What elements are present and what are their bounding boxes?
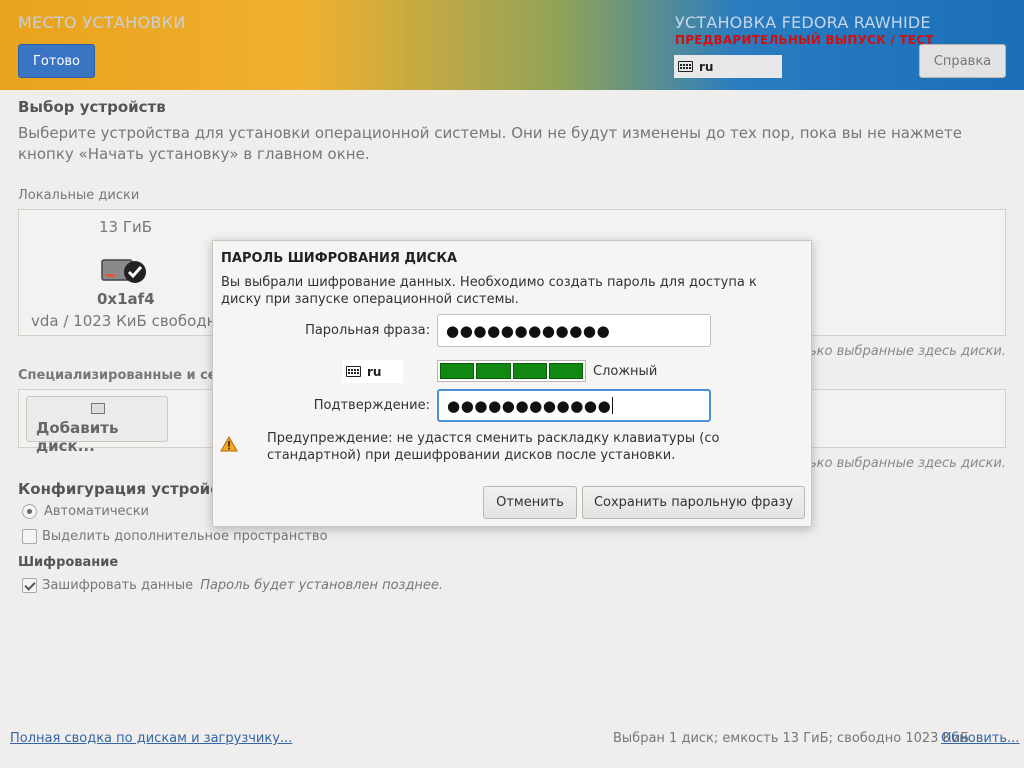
device-selection-description: Выберите устройства для установки операц…	[18, 124, 962, 163]
checkbox-checked-icon	[22, 578, 37, 593]
distro-title: УСТАНОВКА FEDORA RAWHIDE	[675, 13, 931, 32]
local-disks-note: только выбранные здесь диски.	[785, 344, 1006, 359]
help-button[interactable]: Справка	[919, 44, 1006, 78]
encrypt-note: Пароль будет установлен позднее.	[200, 578, 444, 593]
done-button[interactable]: Готово	[18, 44, 95, 78]
extra-space-checkbox[interactable]: Выделить дополнительное пространство	[22, 529, 328, 544]
passphrase-dialog: ПАРОЛЬ ШИФРОВАНИЯ ДИСКА Вы выбрали шифро…	[212, 240, 812, 527]
full-disk-summary-link[interactable]: Полная сводка по дискам и загрузчику...	[10, 731, 292, 746]
extra-space-label: Выделить дополнительное пространство	[42, 529, 328, 544]
confirm-value: ●●●●●●●●●●●●	[447, 396, 612, 415]
hard-disk-checked-icon	[101, 259, 146, 283]
keyboard-icon	[678, 61, 693, 72]
disk-free-space: vda / 1023 КиБ свободно	[31, 312, 226, 330]
disk-selection-status: Выбран 1 диск; емкость 13 ГиБ; свободно …	[613, 731, 970, 746]
disk-id: 0x1af4	[97, 290, 155, 308]
passphrase-strength-bar	[437, 360, 586, 382]
auto-partitioning-radio[interactable]: Автоматически	[22, 504, 149, 519]
strength-segment	[476, 363, 511, 379]
keyboard-icon	[346, 366, 361, 377]
dialog-keyboard-layout-indicator[interactable]: ru	[342, 360, 403, 383]
add-disk-label: Добавить диск...	[36, 419, 119, 455]
strength-segment	[512, 363, 547, 379]
checkbox-unchecked-icon	[22, 529, 37, 544]
dialog-title: ПАРОЛЬ ШИФРОВАНИЯ ДИСКА	[221, 251, 458, 266]
confirm-input[interactable]: ●●●●●●●●●●●●	[437, 389, 711, 422]
encrypt-data-label: Зашифровать данные	[42, 578, 194, 593]
dialog-keyboard-layout-label: ru	[367, 364, 382, 379]
text-caret	[612, 397, 614, 414]
device-selection-title: Выбор устройств	[18, 98, 166, 116]
keyboard-layout-label: ru	[699, 59, 714, 74]
passphrase-label: Парольная фраза:	[305, 323, 430, 338]
passphrase-input[interactable]: ●●●●●●●●●●●●	[437, 314, 711, 347]
passphrase-value: ●●●●●●●●●●●●	[446, 321, 611, 340]
radio-selected-icon	[22, 504, 37, 519]
auto-partitioning-label: Автоматически	[44, 504, 150, 519]
refresh-link[interactable]: Обновить...	[941, 731, 1019, 746]
spoke-title: МЕСТО УСТАНОВКИ	[18, 13, 186, 32]
keyboard-warning-text: Предупреждение: не удастся сменить раскл…	[267, 431, 720, 463]
confirm-label: Подтверждение:	[313, 398, 430, 413]
keyboard-layout-indicator[interactable]: ru	[674, 55, 782, 78]
warning-icon	[220, 436, 238, 452]
strength-segment	[548, 363, 583, 379]
cancel-button[interactable]: Отменить	[483, 486, 577, 519]
disk-size: 13 ГиБ	[99, 218, 153, 236]
strength-segment	[440, 363, 475, 379]
strength-label: Сложный	[593, 364, 658, 379]
encryption-title: Шифрование	[18, 555, 119, 570]
prerelease-banner: ПРЕДВАРИТЕЛЬНЫЙ ВЫПУСК / ТЕСТ	[675, 33, 934, 47]
add-disk-button[interactable]: Добавить диск...	[26, 396, 168, 455]
specialized-disks-note: только выбранные здесь диски.	[785, 456, 1006, 471]
header-bar: МЕСТО УСТАНОВКИ Готово УСТАНОВКА FEDORA …	[0, 0, 1024, 90]
save-passphrase-button[interactable]: Сохранить парольную фразу	[582, 486, 805, 519]
dialog-description: Вы выбрали шифрование данных. Необходимо…	[221, 275, 757, 307]
encrypt-data-checkbox[interactable]: Зашифровать данные Пароль будет установл…	[22, 578, 443, 593]
disk-add-icon	[91, 403, 105, 414]
local-disks-label: Локальные диски	[18, 188, 140, 203]
